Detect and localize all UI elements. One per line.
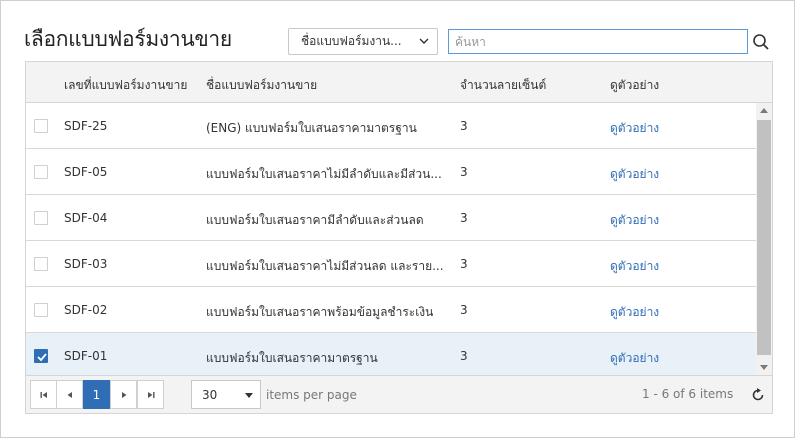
row-signatures: 3: [460, 211, 468, 225]
row-code: SDF-05: [64, 165, 108, 179]
row-name: แบบฟอร์มใบเสนอราคาไม่มีส่วนลด และราย...: [206, 259, 444, 273]
row-checkbox[interactable]: [34, 211, 48, 225]
items-per-page-label: items per page: [266, 388, 357, 402]
row-preview-link[interactable]: ดูตัวอย่าง: [610, 349, 659, 368]
grid-rows: SDF-25 (ENG) แบบฟอร์มใบเสนอราคามาตรฐาน 3…: [26, 103, 757, 375]
caret-down-icon: [245, 393, 253, 398]
sales-form-grid: เลขที่แบบฟอร์มงานขาย ชื่อแบบฟอร์มงานขาย …: [25, 61, 773, 414]
refresh-icon[interactable]: [750, 387, 766, 403]
row-preview-link[interactable]: ดูตัวอย่าง: [610, 119, 659, 138]
search-box: [448, 29, 748, 54]
next-page-icon: [121, 391, 126, 398]
row-name: แบบฟอร์มใบเสนอราคามีลำดับและส่วนลด: [206, 213, 424, 227]
column-header-preview[interactable]: ดูตัวอย่าง: [610, 76, 659, 95]
next-page-button[interactable]: [110, 380, 137, 409]
scrollbar-thumb[interactable]: [757, 120, 771, 355]
pager: 1 30 items per page 1 - 6 of 6 items: [26, 375, 772, 413]
page-button-current[interactable]: 1: [83, 380, 110, 409]
row-name: แบบฟอร์มใบเสนอราคาไม่มีลำดับและมีส่วน...: [206, 167, 442, 181]
row-checkbox[interactable]: [34, 119, 48, 133]
row-code: SDF-03: [64, 257, 108, 271]
scroll-down-arrow-icon[interactable]: [760, 365, 768, 370]
row-code: SDF-04: [64, 211, 108, 225]
checkmark-icon: [37, 353, 47, 362]
search-icon: [753, 33, 769, 50]
chevron-down-icon: [419, 38, 429, 44]
row-preview-link[interactable]: ดูตัวอย่าง: [610, 211, 659, 230]
row-checkbox[interactable]: [34, 303, 48, 317]
first-page-icon: [40, 391, 47, 398]
page-size-select[interactable]: 30: [191, 380, 261, 409]
page-size-value: 30: [202, 387, 218, 402]
column-header-name[interactable]: ชื่อแบบฟอร์มงานขาย: [206, 76, 317, 95]
row-signatures: 3: [460, 119, 468, 133]
search-button[interactable]: [748, 29, 774, 54]
dialog-title: เลือกแบบฟอร์มงานขาย: [24, 27, 232, 51]
table-row[interactable]: SDF-03 แบบฟอร์มใบเสนอราคาไม่มีส่วนลด และ…: [26, 241, 757, 287]
row-signatures: 3: [460, 349, 468, 363]
row-preview-link[interactable]: ดูตัวอย่าง: [610, 165, 659, 184]
row-signatures: 3: [460, 303, 468, 317]
table-row-selected[interactable]: SDF-01 แบบฟอร์มใบเสนอราคามาตรฐาน 3 ดูตัว…: [26, 333, 757, 375]
row-checkbox[interactable]: [34, 257, 48, 271]
last-page-icon: [147, 391, 154, 398]
previous-page-button[interactable]: [56, 380, 83, 409]
column-header-code[interactable]: เลขที่แบบฟอร์มงานขาย: [64, 76, 187, 95]
table-row[interactable]: SDF-04 แบบฟอร์มใบเสนอราคามีลำดับและส่วนล…: [26, 195, 757, 241]
search-field-dropdown[interactable]: ชื่อแบบฟอร์มงาน...: [288, 28, 438, 55]
row-name: แบบฟอร์มใบเสนอราคาพร้อมข้อมูลชำระเงิน: [206, 305, 434, 319]
row-signatures: 3: [460, 165, 468, 179]
row-checkbox[interactable]: [34, 165, 48, 179]
grid-header: เลขที่แบบฟอร์มงานขาย ชื่อแบบฟอร์มงานขาย …: [26, 62, 772, 103]
row-code: SDF-25: [64, 119, 108, 133]
row-code: SDF-02: [64, 303, 108, 317]
row-name: (ENG) แบบฟอร์มใบเสนอราคามาตรฐาน: [206, 121, 417, 135]
last-page-button[interactable]: [137, 380, 164, 409]
vertical-scrollbar[interactable]: [756, 103, 772, 375]
row-preview-link[interactable]: ดูตัวอย่าง: [610, 303, 659, 322]
row-checkbox-checked[interactable]: [34, 349, 48, 363]
previous-page-icon: [67, 391, 72, 398]
search-input[interactable]: [455, 34, 747, 49]
first-page-button[interactable]: [30, 380, 57, 409]
column-header-signatures[interactable]: จำนวนลายเซ็นต์: [460, 76, 546, 95]
table-row[interactable]: SDF-02 แบบฟอร์มใบเสนอราคาพร้อมข้อมูลชำระ…: [26, 287, 757, 333]
row-signatures: 3: [460, 257, 468, 271]
row-code: SDF-01: [64, 349, 108, 363]
table-row[interactable]: SDF-05 แบบฟอร์มใบเสนอราคาไม่มีลำดับและมี…: [26, 149, 757, 195]
row-name: แบบฟอร์มใบเสนอราคามาตรฐาน: [206, 351, 378, 365]
scroll-up-arrow-icon[interactable]: [760, 108, 768, 113]
table-row[interactable]: SDF-25 (ENG) แบบฟอร์มใบเสนอราคามาตรฐาน 3…: [26, 103, 757, 149]
row-preview-link[interactable]: ดูตัวอย่าง: [610, 257, 659, 276]
select-sales-form-dialog: เลือกแบบฟอร์มงานขาย ชื่อแบบฟอร์มงาน... เ…: [0, 0, 795, 438]
search-field-dropdown-value: ชื่อแบบฟอร์มงาน...: [301, 34, 402, 48]
pager-range-info: 1 - 6 of 6 items: [642, 387, 734, 401]
